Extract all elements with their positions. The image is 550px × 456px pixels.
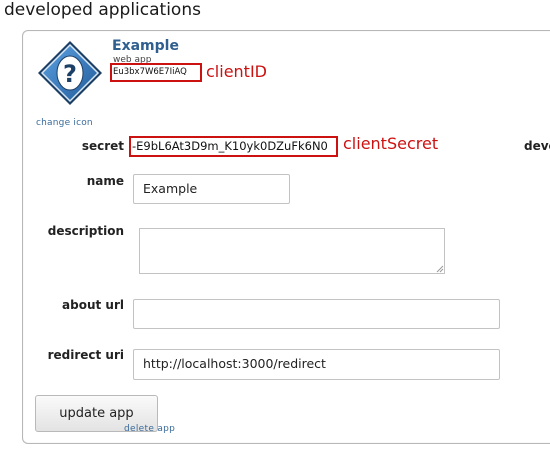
question-mark-icon[interactable]: ? — [34, 37, 106, 117]
name-label: name — [86, 174, 124, 188]
client-id-annotation: clientID — [206, 62, 267, 81]
delete-app-link[interactable]: delete app — [124, 424, 175, 434]
about-url-input[interactable] — [133, 299, 500, 329]
secret-label: secret — [81, 139, 124, 153]
app-name: Example — [112, 38, 179, 54]
name-input[interactable]: Example — [133, 174, 290, 204]
section-title: developed applications — [4, 0, 201, 20]
change-icon-link[interactable]: change icon — [36, 118, 93, 128]
svg-text:?: ? — [63, 60, 77, 88]
description-textarea[interactable] — [139, 228, 445, 274]
about-url-label: about url — [62, 298, 124, 312]
redirect-uri-input[interactable]: http://localhost:3000/redirect — [133, 349, 500, 380]
description-label: description — [47, 224, 124, 238]
redirect-uri-label: redirect uri — [47, 348, 124, 362]
resize-grip-icon[interactable] — [436, 265, 444, 273]
client-secret-value: -E9bL6At3D9m_K10yk0DZuFk6N0 — [129, 136, 338, 157]
client-id-value: Eu3bx7W6E7IiAQ — [110, 63, 202, 82]
client-secret-annotation: clientSecret — [343, 134, 439, 153]
developer-label: devel — [524, 139, 550, 153]
